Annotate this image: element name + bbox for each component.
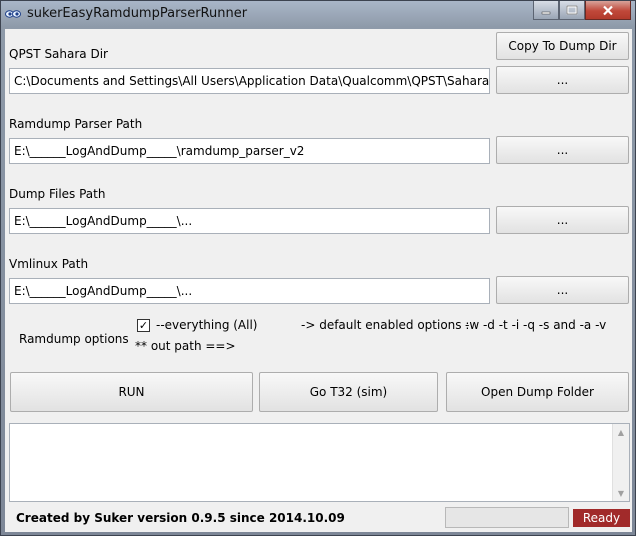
main-window: sukerEasyRamdumpParserRunner QPST Sahara… bbox=[0, 0, 636, 536]
log-output[interactable]: ▲ ▼ bbox=[9, 423, 630, 502]
minimize-icon bbox=[541, 11, 551, 15]
title-bar[interactable]: sukerEasyRamdumpParserRunner bbox=[1, 1, 636, 29]
credit-text: Created by Suker version 0.9.5 since 201… bbox=[16, 511, 345, 525]
default-options-flags: -w -d -t -i -q -s and -a -v bbox=[465, 318, 607, 332]
vmlinux-path-label: Vmlinux Path bbox=[9, 257, 89, 271]
vmlinux-path-browse-button[interactable]: ... bbox=[496, 276, 629, 304]
window-title: sukerEasyRamdumpParserRunner bbox=[27, 6, 248, 21]
checkmark-icon: ✓ bbox=[138, 318, 149, 332]
scroll-up-arrow-icon[interactable]: ▲ bbox=[613, 424, 629, 440]
maximize-icon bbox=[566, 5, 578, 15]
everything-checkbox[interactable]: ✓ bbox=[137, 318, 150, 332]
progress-bar bbox=[445, 507, 569, 528]
qpst-sahara-dir-input[interactable]: C:\Documents and Settings\All Users\Appl… bbox=[9, 68, 490, 94]
default-options-text: -> default enabled options : bbox=[301, 318, 470, 332]
app-eyes-icon[interactable] bbox=[5, 7, 21, 21]
ramdump-parser-path-browse-button[interactable]: ... bbox=[496, 136, 629, 164]
status-badge: Ready bbox=[573, 509, 630, 527]
status-bar: Created by Suker version 0.9.5 since 201… bbox=[5, 502, 632, 532]
ramdump-options-label: Ramdump options bbox=[19, 332, 129, 346]
qpst-sahara-dir-browse-button[interactable]: ... bbox=[496, 66, 629, 94]
minimize-button[interactable] bbox=[533, 1, 559, 20]
everything-option[interactable]: ✓ --everything (All) bbox=[137, 318, 257, 332]
qpst-sahara-dir-label: QPST Sahara Dir bbox=[9, 47, 108, 61]
ramdump-parser-path-label: Ramdump Parser Path bbox=[9, 117, 143, 131]
run-button[interactable]: RUN bbox=[10, 372, 253, 412]
everything-checkbox-label: --everything (All) bbox=[156, 318, 258, 332]
vmlinux-path-input[interactable]: E:\______LogAndDump_____\... bbox=[9, 278, 490, 304]
maximize-button[interactable] bbox=[559, 1, 585, 20]
window-controls bbox=[533, 1, 631, 20]
client-area: QPST Sahara Dir Copy To Dump Dir C:\Docu… bbox=[5, 29, 632, 532]
copy-to-dump-dir-button[interactable]: Copy To Dump Dir bbox=[496, 32, 629, 60]
open-dump-folder-button[interactable]: Open Dump Folder bbox=[446, 372, 629, 412]
dump-files-path-label: Dump Files Path bbox=[9, 187, 106, 201]
ramdump-parser-path-input[interactable]: E:\______LogAndDump_____\ramdump_parser_… bbox=[9, 138, 490, 164]
close-button[interactable] bbox=[585, 1, 631, 20]
log-scrollbar[interactable]: ▲ ▼ bbox=[612, 424, 629, 501]
dump-files-path-browse-button[interactable]: ... bbox=[496, 206, 629, 234]
out-path-text: ** out path ==> bbox=[135, 339, 236, 353]
scroll-down-arrow-icon[interactable]: ▼ bbox=[613, 485, 629, 501]
dump-files-path-input[interactable]: E:\______LogAndDump_____\... bbox=[9, 208, 490, 234]
go-t32-button[interactable]: Go T32 (sim) bbox=[259, 372, 438, 412]
close-icon bbox=[603, 5, 613, 15]
